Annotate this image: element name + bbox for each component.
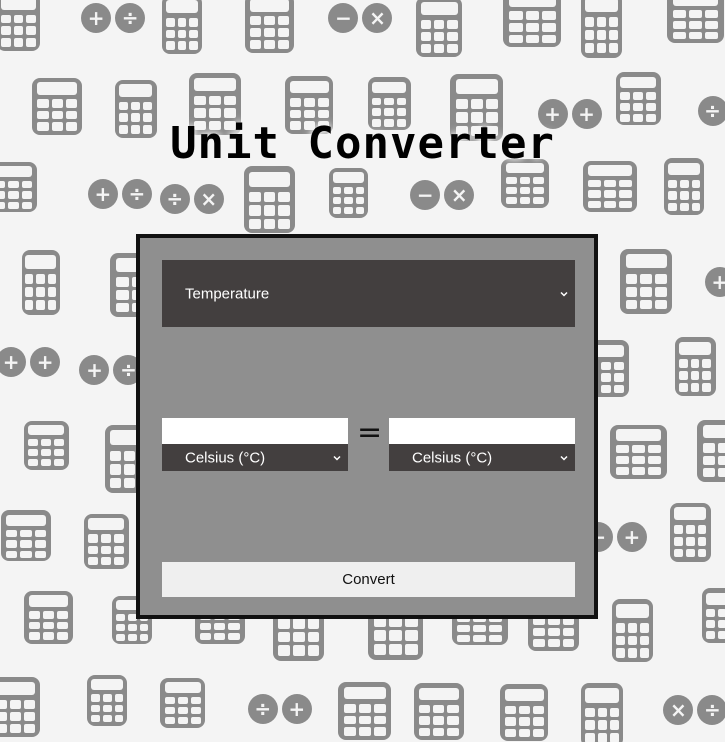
- math-symbol-icon: +: [30, 346, 61, 377]
- math-symbol-icon: −: [328, 2, 359, 33]
- converter-panel: Temperature Celsius (°C) = Celsius (°C) …: [136, 234, 598, 619]
- convert-button[interactable]: Convert: [162, 562, 575, 597]
- calculator-icon: [0, 677, 40, 738]
- calculator-icon: [329, 167, 369, 218]
- to-unit-value: Celsius (°C): [412, 449, 493, 466]
- calculator-icon: [23, 420, 69, 470]
- calculator-icon: [503, 0, 562, 48]
- math-symbol-icon: −: [410, 180, 441, 211]
- calculator-icon: [83, 513, 129, 569]
- calculator-icon: [21, 249, 60, 315]
- calculator-icon: [696, 419, 725, 482]
- chevron-down-icon: [560, 291, 568, 297]
- calculator-icon: [581, 0, 623, 58]
- math-symbol-icon: +: [79, 355, 110, 385]
- from-value-input[interactable]: [162, 418, 348, 444]
- calculator-icon: [87, 675, 128, 727]
- math-symbol-icon: +: [616, 522, 647, 553]
- from-unit-value: Celsius (°C): [185, 449, 266, 466]
- category-select-value: Temperature: [185, 285, 270, 302]
- chevron-down-icon: [560, 455, 568, 461]
- calculator-icon: [674, 336, 716, 396]
- calculator-icon: [338, 682, 392, 741]
- math-symbol-icon: ÷: [121, 179, 152, 210]
- math-symbol-icon: ×: [663, 695, 694, 726]
- math-symbol-icon: +: [81, 2, 112, 33]
- math-symbol-icon: ×: [444, 180, 475, 211]
- page-title: Unit Converter: [170, 118, 555, 169]
- math-symbol-icon: ×: [193, 183, 224, 214]
- calculator-icon: [245, 0, 295, 54]
- to-value-input[interactable]: [389, 418, 575, 444]
- calculator-icon: [666, 0, 724, 44]
- math-symbol-icon: ÷: [247, 693, 278, 724]
- calculator-icon: [1, 510, 52, 562]
- math-symbol-icon: +: [0, 346, 27, 377]
- calculator-icon: [620, 248, 673, 314]
- calculator-icon: [0, 162, 38, 213]
- calculator-icon: [244, 166, 296, 234]
- calculator-icon: [0, 0, 40, 51]
- calculator-icon: [416, 0, 463, 58]
- calculator-icon: [581, 683, 624, 742]
- math-symbol-icon: ÷: [697, 695, 725, 726]
- math-symbol-icon: ÷: [159, 183, 190, 214]
- math-symbol-icon: +: [704, 266, 725, 297]
- category-select[interactable]: Temperature: [162, 260, 575, 327]
- calculator-icon: [413, 683, 464, 741]
- calculator-icon: [500, 684, 549, 742]
- calculator-icon: [609, 424, 667, 479]
- calculator-icon: [161, 0, 202, 55]
- calculator-icon: [612, 599, 654, 663]
- calculator-icon: [24, 590, 74, 644]
- calculator-icon: [701, 588, 725, 644]
- equals-sign: =: [357, 415, 383, 450]
- chevron-down-icon: [333, 455, 341, 461]
- to-unit-select[interactable]: Celsius (°C): [389, 444, 575, 471]
- from-unit-select[interactable]: Celsius (°C): [162, 444, 348, 471]
- math-symbol-icon: ×: [362, 2, 393, 33]
- math-symbol-icon: +: [87, 179, 118, 210]
- math-symbol-icon: ÷: [115, 2, 146, 33]
- calculator-icon: [669, 502, 711, 562]
- math-symbol-icon: +: [281, 693, 312, 724]
- calculator-icon: [160, 677, 206, 728]
